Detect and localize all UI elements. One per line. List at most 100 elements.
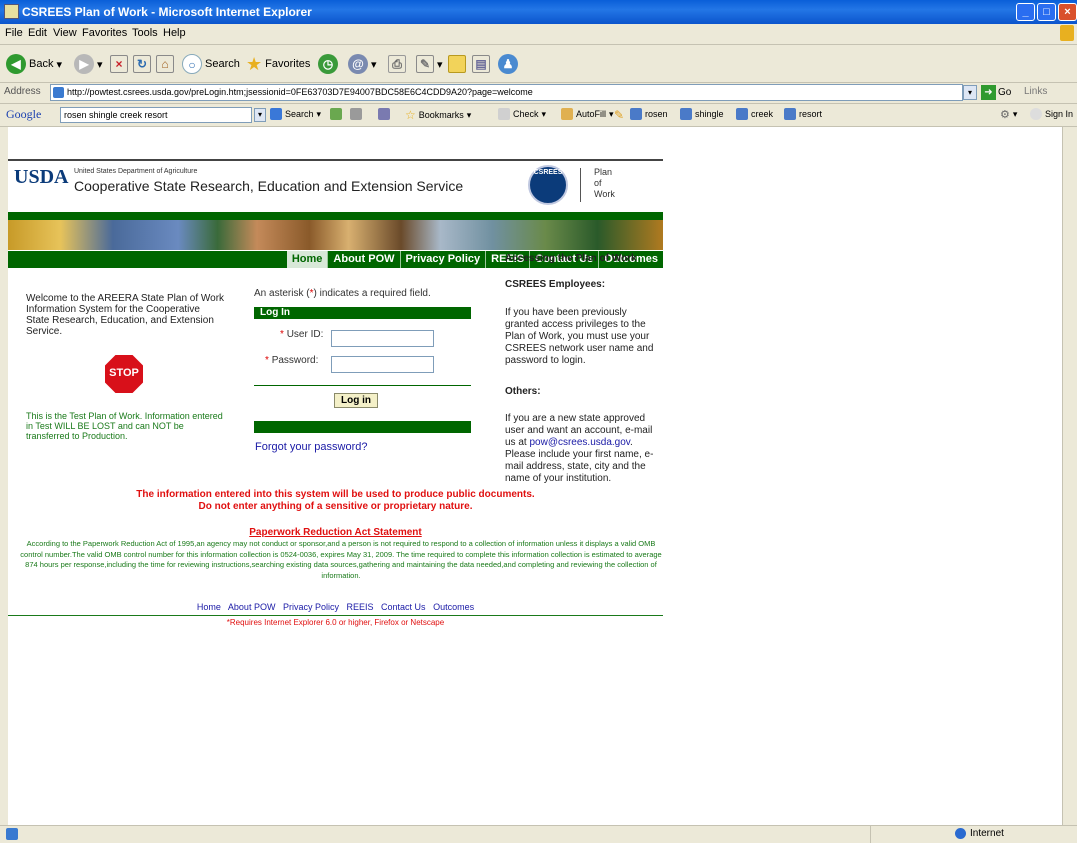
research-icon: ▤ bbox=[472, 55, 490, 73]
userid-input[interactable] bbox=[331, 330, 434, 347]
pagerank-icon bbox=[330, 108, 342, 120]
maximize-button[interactable]: □ bbox=[1037, 3, 1056, 21]
stop-sign-icon: STOP bbox=[103, 353, 145, 395]
signin-icon bbox=[1030, 108, 1042, 120]
browser-requirement: *Requires Internet Explorer 6.0 or highe… bbox=[226, 618, 445, 627]
footer-contact-us[interactable]: Contact Us bbox=[381, 602, 426, 612]
footer-links: Home About POW Privacy Policy REEIS Cont… bbox=[8, 602, 663, 612]
term-resort[interactable]: resort bbox=[784, 108, 822, 120]
discuss-button[interactable] bbox=[448, 53, 466, 75]
back-button[interactable]: ◀ Back ▾ bbox=[6, 53, 62, 75]
footer-home[interactable]: Home bbox=[197, 602, 221, 612]
edit-icon: ✎ bbox=[416, 55, 434, 73]
dropdown-icon: ▾ bbox=[371, 58, 377, 71]
vertical-scrollbar[interactable] bbox=[1062, 127, 1077, 825]
email-link[interactable]: pow@csrees.usda.gov bbox=[529, 437, 630, 448]
settings-button[interactable]: ⚙ ▾ bbox=[1000, 108, 1017, 121]
stop-button[interactable]: × bbox=[110, 53, 128, 75]
google-dropdown[interactable]: ▾ bbox=[254, 108, 266, 122]
google-search-button[interactable]: Search ▾ bbox=[270, 108, 321, 120]
autofill-button[interactable]: AutoFill ▾ bbox=[561, 108, 614, 120]
search-button[interactable]: ○ Search bbox=[182, 53, 240, 75]
edit-button[interactable]: ✎ ▾ bbox=[416, 53, 443, 75]
public-docs-warning: The information entered into this system… bbox=[136, 489, 535, 512]
globe-icon bbox=[955, 828, 966, 839]
term-rosen[interactable]: rosen bbox=[630, 108, 668, 120]
address-input[interactable]: http://powtest.csrees.usda.gov/preLogin.… bbox=[50, 84, 963, 101]
messenger-button[interactable]: ♟ bbox=[498, 53, 518, 75]
history-button[interactable]: ◷ bbox=[318, 53, 338, 75]
news-button[interactable] bbox=[378, 108, 390, 120]
nav-home[interactable]: Home bbox=[286, 251, 329, 268]
highlight-button[interactable]: ✎ bbox=[614, 108, 624, 122]
popup-blocker-button[interactable] bbox=[350, 108, 362, 120]
search-term-icon bbox=[736, 108, 748, 120]
google-search-input[interactable]: rosen shingle creek resort bbox=[60, 107, 252, 123]
news-icon bbox=[378, 108, 390, 120]
forward-button[interactable]: ▶ ▾ bbox=[74, 53, 103, 75]
close-button[interactable]: × bbox=[1058, 3, 1077, 21]
favorites-button[interactable]: ★ Favorites bbox=[246, 53, 310, 75]
menu-edit[interactable]: Edit bbox=[28, 27, 47, 39]
messenger-icon: ♟ bbox=[498, 54, 518, 74]
spell-check-button[interactable]: Check ▾ bbox=[498, 108, 546, 120]
home-button[interactable]: ⌂ bbox=[156, 53, 174, 75]
paperwork-title[interactable]: Paperwork Reduction Act Statement bbox=[8, 527, 663, 538]
go-button[interactable]: ➜ Go bbox=[981, 85, 1011, 100]
footer-privacy-policy[interactable]: Privacy Policy bbox=[283, 602, 339, 612]
menu-view[interactable]: View bbox=[53, 27, 77, 39]
access-title: Accessing the Plan of Work bbox=[505, 253, 637, 264]
mail-icon: @ bbox=[348, 54, 368, 74]
login-heading: Log In bbox=[254, 307, 471, 319]
dropdown-icon: ▾ bbox=[97, 58, 103, 71]
required-note: An asterisk (*) indicates a required fie… bbox=[254, 288, 431, 299]
footer-rule bbox=[8, 615, 663, 616]
password-label: * Password: bbox=[265, 355, 319, 366]
term-creek[interactable]: creek bbox=[736, 108, 773, 120]
search-term-icon bbox=[630, 108, 642, 120]
footer-about-pow[interactable]: About POW bbox=[228, 602, 276, 612]
search-term-icon bbox=[784, 108, 796, 120]
links-label[interactable]: Links bbox=[1024, 86, 1047, 97]
nav-about-pow[interactable]: About POW bbox=[328, 251, 401, 268]
print-button[interactable]: ⎙ bbox=[388, 53, 406, 75]
window-title: CSREES Plan of Work - Microsoft Internet… bbox=[22, 5, 312, 19]
nav-privacy-policy[interactable]: Privacy Policy bbox=[401, 251, 487, 268]
history-icon: ◷ bbox=[318, 54, 338, 74]
windows-flag-icon bbox=[1060, 25, 1074, 41]
menu-favorites[interactable]: Favorites bbox=[82, 27, 127, 39]
bookmarks-button[interactable]: ☆ Bookmarks ▾ bbox=[405, 108, 471, 122]
footer-outcomes[interactable]: Outcomes bbox=[433, 602, 474, 612]
autofill-icon bbox=[561, 108, 573, 120]
forgot-password-link[interactable]: Forgot your password? bbox=[255, 441, 368, 453]
minimize-button[interactable]: _ bbox=[1016, 3, 1035, 21]
menu-bar: File Edit View Favorites Tools Help bbox=[0, 24, 1077, 45]
footer-reeis[interactable]: REEIS bbox=[347, 602, 374, 612]
term-shingle[interactable]: shingle bbox=[680, 108, 724, 120]
popup-icon bbox=[350, 108, 362, 120]
password-input[interactable] bbox=[331, 356, 434, 373]
forward-arrow-icon: ▶ bbox=[74, 54, 94, 74]
pagerank-button[interactable] bbox=[330, 108, 342, 120]
dropdown-icon: ▾ bbox=[56, 58, 62, 71]
header-top-rule bbox=[8, 159, 663, 161]
sign-in-button[interactable]: Sign In bbox=[1030, 108, 1073, 120]
refresh-button[interactable]: ↻ bbox=[133, 53, 151, 75]
standard-toolbar: ◀ Back ▾ ▶ ▾ × ↻ ⌂ ○ Search ★ Favorites ◷ … bbox=[0, 45, 1077, 83]
google-logo: Google bbox=[6, 107, 42, 121]
menu-help[interactable]: Help bbox=[163, 27, 186, 39]
menu-file[interactable]: File bbox=[5, 27, 23, 39]
employees-heading: CSREES Employees: bbox=[505, 279, 606, 290]
mail-button[interactable]: @ ▾ bbox=[348, 53, 377, 75]
paperwork-text: According to the Paperwork Reduction Act… bbox=[20, 539, 662, 580]
welcome-text: Welcome to the AREERA State Plan of Work… bbox=[26, 293, 225, 337]
others-text: If you are a new state approved user and… bbox=[505, 413, 654, 484]
home-icon: ⌂ bbox=[156, 55, 174, 73]
research-button[interactable]: ▤ bbox=[472, 53, 490, 75]
address-dropdown[interactable]: ▾ bbox=[963, 85, 977, 100]
address-label: Address bbox=[4, 86, 41, 97]
login-button[interactable]: Log in bbox=[334, 393, 378, 408]
status-divider bbox=[870, 826, 871, 843]
top-nav-holder bbox=[8, 219, 663, 236]
menu-tools[interactable]: Tools bbox=[132, 27, 158, 39]
